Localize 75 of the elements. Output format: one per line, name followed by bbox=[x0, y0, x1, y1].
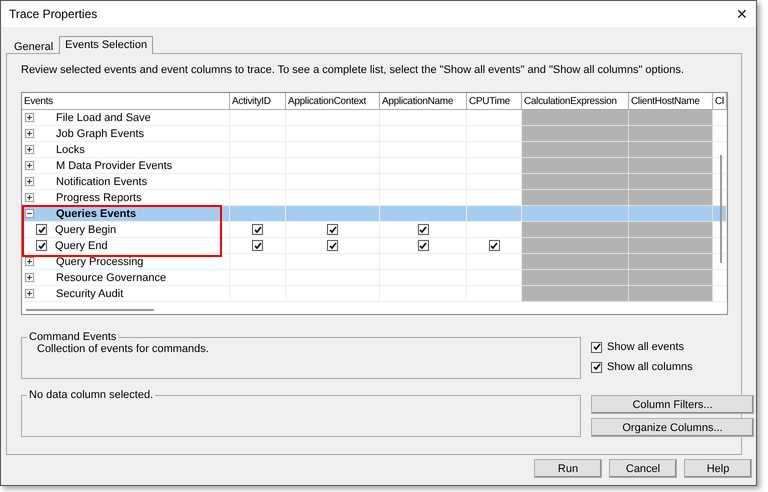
window-title: Trace Properties bbox=[9, 7, 98, 21]
event-label: Query End bbox=[55, 240, 108, 252]
checkbox[interactable] bbox=[418, 224, 428, 235]
event-category-row[interactable]: Locks bbox=[22, 142, 727, 158]
group-title: No data column selected. bbox=[28, 389, 154, 401]
column-header[interactable]: Cl bbox=[713, 93, 727, 110]
grid-cell bbox=[467, 126, 522, 142]
instruction-text: Review selected events and event columns to trace. To see a complete list, select the "Show all events" and "Show all columns" options. bbox=[21, 64, 685, 76]
category-label: Notification Events bbox=[56, 176, 148, 188]
vertical-scrollbar[interactable] bbox=[720, 155, 722, 263]
dialog-button[interactable]: Help bbox=[684, 459, 752, 478]
event-category-row[interactable]: Queries Events bbox=[22, 206, 727, 222]
grid-cell bbox=[467, 142, 522, 158]
category-label: Progress Reports bbox=[56, 192, 142, 204]
dialog-button[interactable]: Cancel bbox=[609, 459, 677, 478]
event-category-row[interactable]: Query Processing bbox=[22, 254, 727, 270]
category-label: File Load and Save bbox=[56, 112, 151, 124]
column-button[interactable]: Column Filters... bbox=[591, 395, 754, 414]
event-category-row[interactable]: Notification Events bbox=[22, 174, 727, 190]
event-label: Query Begin bbox=[55, 224, 116, 236]
expand-icon[interactable] bbox=[25, 289, 34, 298]
checkbox[interactable] bbox=[418, 240, 428, 251]
option-label: Show all columns bbox=[607, 361, 693, 373]
expand-icon[interactable] bbox=[25, 257, 34, 266]
category-label: Job Graph Events bbox=[56, 128, 144, 140]
checkbox[interactable] bbox=[488, 240, 500, 251]
checkbox[interactable] bbox=[591, 342, 602, 352]
event-category-row[interactable]: Security Audit bbox=[22, 286, 727, 302]
expand-icon[interactable] bbox=[25, 273, 34, 282]
expand-icon[interactable] bbox=[25, 129, 34, 138]
grid-cell bbox=[230, 190, 286, 206]
checkbox[interactable] bbox=[327, 240, 338, 251]
grid-cell bbox=[467, 158, 522, 174]
category-label: Queries Events bbox=[56, 208, 136, 220]
expand-icon[interactable] bbox=[25, 161, 34, 170]
group-title: Command Events bbox=[28, 331, 118, 343]
column-button[interactable]: Organize Columns... bbox=[591, 418, 754, 437]
column-header[interactable]: CPUTime bbox=[467, 93, 522, 110]
category-label: Locks bbox=[56, 144, 85, 156]
column-header[interactable]: ApplicationContext bbox=[286, 93, 380, 110]
expand-icon[interactable] bbox=[25, 113, 34, 122]
checkbox[interactable] bbox=[252, 224, 263, 235]
checkbox[interactable] bbox=[36, 224, 47, 235]
tab[interactable]: General bbox=[8, 38, 60, 53]
collapse-icon[interactable] bbox=[25, 209, 34, 218]
category-label: Query Processing bbox=[56, 256, 144, 268]
expand-icon[interactable] bbox=[25, 177, 34, 186]
category-label: Security Audit bbox=[56, 288, 124, 300]
event-category-row[interactable]: M Data Provider Events bbox=[22, 158, 727, 174]
category-label: Resource Governance bbox=[56, 272, 166, 284]
close-button[interactable]: ✕ bbox=[736, 6, 748, 22]
event-category-row[interactable]: Job Graph Events bbox=[22, 126, 727, 142]
column-header[interactable]: ApplicationName bbox=[380, 93, 467, 110]
grid-cell bbox=[467, 190, 522, 206]
horizontal-scrollbar[interactable] bbox=[26, 309, 154, 311]
column-header[interactable]: ActivityID bbox=[230, 93, 286, 110]
checkbox[interactable] bbox=[327, 224, 338, 235]
event-description: Collection of events for commands. bbox=[37, 343, 209, 355]
option-label: Show all events bbox=[607, 341, 684, 353]
grid-cell bbox=[467, 270, 522, 286]
event-category-row[interactable]: File Load and Save bbox=[22, 110, 727, 126]
checkbox[interactable] bbox=[36, 240, 47, 251]
grid-cell bbox=[467, 286, 522, 302]
expand-icon[interactable] bbox=[25, 193, 34, 202]
event-category-row[interactable]: Resource Governance bbox=[22, 270, 727, 286]
checkbox[interactable] bbox=[591, 362, 602, 372]
category-label: M Data Provider Events bbox=[56, 160, 172, 172]
expand-icon[interactable] bbox=[25, 145, 34, 154]
dialog-button[interactable]: Run bbox=[534, 459, 602, 478]
checkbox[interactable] bbox=[252, 240, 263, 251]
grid-cell bbox=[467, 174, 522, 190]
tab[interactable]: Events Selection bbox=[59, 36, 154, 54]
grid-cell bbox=[467, 206, 522, 222]
event-category-row[interactable]: Progress Reports bbox=[22, 190, 727, 206]
column-header[interactable]: Events bbox=[22, 93, 230, 110]
